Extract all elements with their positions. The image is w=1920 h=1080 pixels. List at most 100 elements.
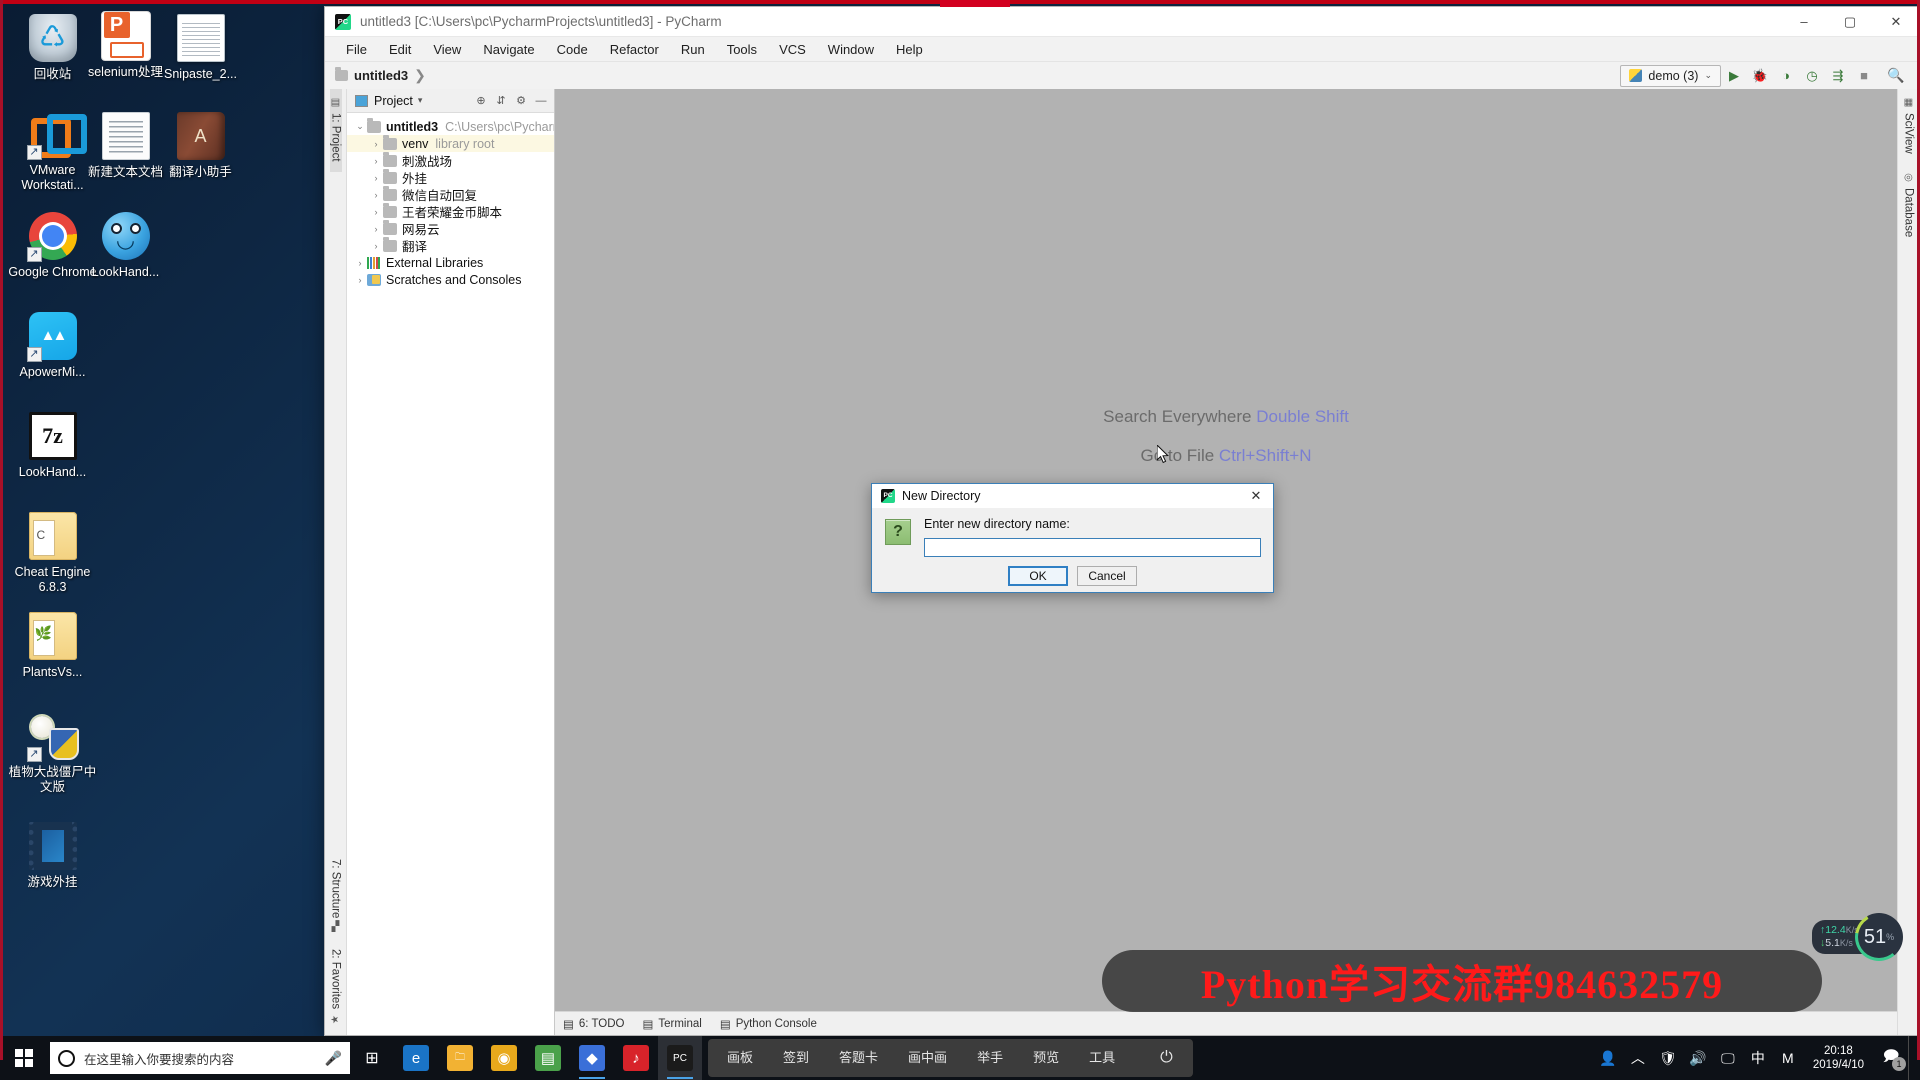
cortana-circle-icon [58,1049,75,1067]
desktop-icon-label: ApowerMi... [19,365,86,379]
desktop-icon-label: PlantsVs... [22,665,83,679]
show-desktop-button[interactable] [1908,1036,1916,1080]
pycharm-window: untitled3 [C:\Users\pc\PycharmProjects\u… [324,6,1920,1036]
classroom-tool-button[interactable]: 举手 [962,1039,1018,1077]
dialog-title: New Directory [902,489,981,503]
system-tray: 👤 ︿ 🛡 🔊 🖵 中 M 20:18 2019/4/10 🗩 1 [1593,1036,1920,1080]
edge-icon-glyph: e [403,1045,429,1071]
cloudmusic-diamond-icon[interactable]: ◆ [570,1036,614,1080]
sevenzip-icon [28,412,77,460]
cancel-button[interactable]: Cancel [1077,566,1137,586]
desktop-icon-label: 植物大战僵尸中文版 [8,765,97,794]
edge-icon[interactable]: e [394,1036,438,1080]
classroom-tool-button[interactable]: 答题卡 [824,1039,893,1077]
pycharm-icon[interactable]: PC [658,1036,702,1080]
desktop-icon-label: Snipaste_2... [164,67,237,81]
desktop-icon-label: LookHand... [18,465,87,479]
dialog-title-bar: New Directory ✕ [872,484,1273,508]
power-icon[interactable]: ⏻ [1130,1049,1189,1067]
mouse-cursor-icon [1157,445,1169,464]
cpu-percent-value: 51 [1863,925,1887,948]
clock-time: 20:18 [1824,1045,1853,1057]
volume-icon[interactable]: 🔊 [1683,1036,1713,1080]
taskbar-clock[interactable]: 20:18 2019/4/10 [1803,1044,1874,1072]
vmware-icon [26,110,87,160]
pycharm-icon-glyph: PC [667,1045,693,1071]
netease-music-icon[interactable]: ♪ [614,1036,658,1080]
powerpoint-file-icon [101,12,150,60]
file-explorer-icon[interactable]: 🗀 [438,1036,482,1080]
watermark-text: Python学习交流群984632579 [1200,962,1724,1007]
apowermirror-icon [26,312,77,362]
download-unit: K/s [1839,938,1853,948]
start-button[interactable] [0,1036,48,1080]
desktop-icon[interactable]: 游戏外挂 [5,822,100,890]
dictionary-book-icon [176,112,225,160]
recording-border-left [0,0,3,1060]
dialog-close-button[interactable]: ✕ [1239,484,1273,508]
shortcut-arrow-icon [26,347,42,362]
directory-name-input[interactable] [924,538,1261,557]
people-icon[interactable]: 👤 [1593,1036,1623,1080]
ok-button[interactable]: OK [1008,566,1068,586]
new-directory-dialog: New Directory ✕ ? Enter new directory na… [871,483,1274,593]
clock-date: 2019/4/10 [1812,1059,1864,1071]
microphone-icon[interactable]: 🎤 [325,1050,342,1067]
folder-icon [28,612,77,660]
classroom-tool-button[interactable]: 画中画 [893,1039,962,1077]
desktop-icon-label: 翻译小助手 [169,165,232,179]
desktop-icon[interactable]: Snipaste_2... [153,14,248,82]
search-placeholder: 在这里输入你要搜索的内容 [84,1052,235,1067]
desktop-icon[interactable]: Cheat Engine 6.8.3 [5,512,100,595]
desktop-icon[interactable]: LookHand... [78,212,173,280]
desktop-icon[interactable]: PlantsVs... [5,612,100,680]
taskbar: 在这里输入你要搜索的内容 🎤 ⊞ e 🗀 ◉ ▤ ◆ ♪ PC 画板 签到 答题卡 画中画 举手 预览… [0,1036,1920,1080]
ime-chinese-icon[interactable]: 中 [1743,1036,1773,1080]
dialog-buttons: OK Cancel [872,557,1273,594]
classroom-tool-button[interactable]: 工具 [1074,1039,1130,1077]
desktop-icon-label: Cheat Engine 6.8.3 [14,565,91,594]
recording-indicator [940,0,1010,7]
classroom-tool-button[interactable]: 画板 [712,1039,768,1077]
dialog-body: ? Enter new directory name: [872,508,1273,557]
desktop-icon[interactable]: 植物大战僵尸中文版 [5,712,100,795]
desktop-icon-label: LookHand... [91,265,160,279]
cloudmusic-diamond-icon-glyph: ◆ [579,1045,605,1071]
floating-classroom-toolbar: 画板 签到 答题卡 画中画 举手 预览 工具 ⏻ [708,1039,1193,1077]
file-explorer-icon-glyph: 🗀 [447,1045,473,1071]
notepad-app-icon[interactable]: ▤ [526,1036,570,1080]
video-file-icon [28,822,77,870]
show-hidden-icons-icon[interactable]: ︿ [1623,1036,1653,1080]
watermark-banner: Python学习交流群984632579 [1102,950,1822,1012]
modal-overlay: New Directory ✕ ? Enter new directory na… [325,7,1919,1035]
question-mark-icon: ? [885,519,911,545]
classroom-tool-button[interactable]: 预览 [1018,1039,1074,1077]
action-center-icon[interactable]: 🗩 1 [1874,1036,1908,1080]
taskbar-pinned-apps: e 🗀 ◉ ▤ ◆ ♪ PC [394,1036,702,1080]
dialog-label: Enter new directory name: [924,517,1070,531]
taskbar-search-box[interactable]: 在这里输入你要搜索的内容 🎤 [50,1042,350,1074]
ime-mode-icon[interactable]: M [1773,1036,1803,1080]
pycharm-logo-icon [881,489,895,503]
eyes-icon [110,223,141,235]
shortcut-arrow-icon [26,247,42,262]
netease-music-icon-glyph: ♪ [623,1045,649,1071]
text-document-icon [101,112,150,160]
task-view-icon[interactable]: ⊞ [350,1036,394,1080]
cpu-usage-dial: 51% [1855,913,1903,961]
shortcut-arrow-icon [26,747,42,762]
desktop-icon[interactable]: ApowerMi... [5,312,100,380]
desktop-icon[interactable]: LookHand... [5,412,100,480]
netspeed-widget[interactable]: ↑12.4K/s ↓5.1K/s 51% [1812,916,1900,958]
desktop-icon[interactable]: 翻译小助手 [153,112,248,180]
dialog-fields: Enter new directory name: [924,517,1261,557]
windows-logo-icon [15,1049,33,1067]
network-icon[interactable]: 🖵 [1713,1036,1743,1080]
sogou-pinyin-icon[interactable]: ◉ [482,1036,526,1080]
security-shield-icon[interactable]: 🛡 [1653,1036,1683,1080]
sogou-pinyin-icon-glyph: ◉ [491,1045,517,1071]
recycle-bin-icon [28,14,77,62]
pvz-game-icon [26,712,79,762]
classroom-tool-button[interactable]: 签到 [768,1039,824,1077]
download-rate: 5.1 [1825,937,1840,949]
